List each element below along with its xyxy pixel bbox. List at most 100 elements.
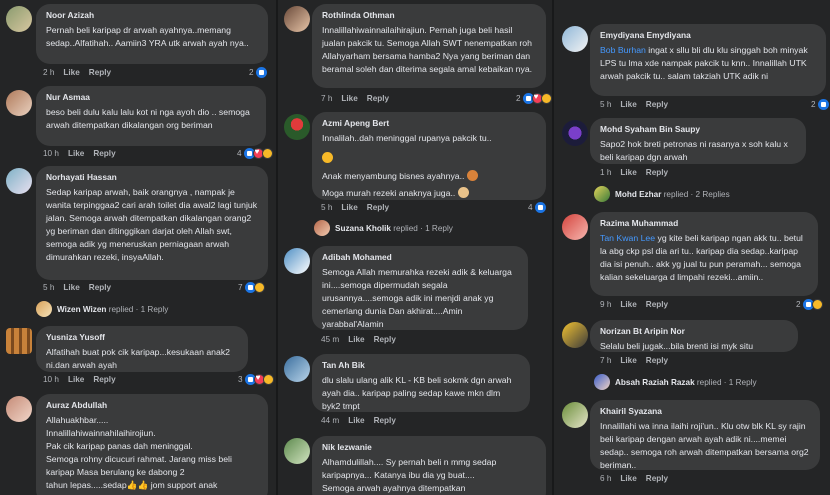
reaction-summary[interactable]: 2 xyxy=(811,99,829,110)
like-button[interactable]: Like xyxy=(348,416,364,425)
like-button[interactable]: Like xyxy=(63,68,79,77)
reaction-summary[interactable]: 2 xyxy=(796,299,823,310)
reaction-count: 2 xyxy=(249,68,254,77)
comment-bubble: Mohd Syaham Bin Saupy Sapo2 hok breti pe… xyxy=(590,118,806,164)
reply-button[interactable]: Reply xyxy=(93,375,115,384)
avatar[interactable] xyxy=(6,90,32,116)
view-replies-link[interactable]: Suzana Kholik replied · 1 Reply xyxy=(314,220,453,236)
avatar[interactable] xyxy=(284,438,310,464)
comment-time[interactable]: 6 h xyxy=(600,474,611,483)
comment-time[interactable]: 10 h xyxy=(43,375,59,384)
commenter-name[interactable]: Rothlinda Othman xyxy=(322,10,536,20)
replier-name: Absah Raziah Razak xyxy=(615,377,695,387)
mention-link[interactable]: Bob Burhan xyxy=(600,45,646,55)
comment-text: Alhamdulillah.... Sy pernah beli n mmg s… xyxy=(322,457,497,493)
like-button[interactable]: Like xyxy=(341,94,357,103)
avatar[interactable] xyxy=(6,168,32,194)
commenter-name[interactable]: Azmi Apeng Bert xyxy=(322,118,536,128)
like-button[interactable]: Like xyxy=(620,168,636,177)
commenter-name[interactable]: Nur Asmaa xyxy=(46,92,256,102)
avatar[interactable] xyxy=(284,6,310,32)
reply-button[interactable]: Reply xyxy=(367,94,389,103)
comment-text: Pernah beli karipap dr arwah ayahnya..me… xyxy=(46,25,249,48)
commenter-name[interactable]: Emydiyana Emydiyana xyxy=(600,30,816,40)
reaction-summary[interactable]: 2 xyxy=(516,92,552,104)
comment-bubble: Rothlinda Othman Innalillahiwainnailaihi… xyxy=(312,4,546,88)
comment-bubble: Adibah Mohamed Semoga Allah memurahka re… xyxy=(312,246,528,330)
view-replies-link[interactable]: Absah Raziah Razak replied · 1 Reply xyxy=(594,374,757,390)
comment-actions: 5 h Like Reply xyxy=(43,283,120,292)
comment-text: Sedap karipap arwah, baik orangnya , nam… xyxy=(46,187,258,262)
like-button[interactable]: Like xyxy=(620,100,636,109)
comment-text: Bob Burhan ingat x sllu bli dlu klu sing… xyxy=(600,45,808,81)
like-button[interactable]: Like xyxy=(341,203,357,212)
commenter-name[interactable]: Adibah Mohamed xyxy=(322,252,518,262)
avatar[interactable] xyxy=(6,396,32,422)
reply-button[interactable]: Reply xyxy=(646,474,668,483)
avatar[interactable] xyxy=(562,120,588,146)
comment-time[interactable]: 5 h xyxy=(600,100,611,109)
reaction-summary[interactable]: 4 xyxy=(237,147,273,159)
commenter-name[interactable]: Auraz Abdullah xyxy=(46,400,258,410)
commenter-name[interactable]: Norhayati Hassan xyxy=(46,172,258,182)
reply-button[interactable]: Reply xyxy=(374,416,396,425)
reply-button[interactable]: Reply xyxy=(646,356,668,365)
comment-time[interactable]: 2 h xyxy=(43,68,54,77)
like-button[interactable]: Like xyxy=(620,300,636,309)
reaction-summary[interactable]: 7 xyxy=(238,282,265,293)
reaction-count: 3 xyxy=(238,375,243,384)
reply-button[interactable]: Reply xyxy=(646,300,668,309)
commenter-name[interactable]: Noor Azizah xyxy=(46,10,258,20)
comment-time[interactable]: 10 h xyxy=(43,149,59,158)
avatar[interactable] xyxy=(562,402,588,428)
commenter-name[interactable]: Norizan Bt Aripin Nor xyxy=(600,326,788,336)
commenter-name[interactable]: Yusniza Yusoff xyxy=(46,332,238,342)
reaction-summary[interactable]: 4 xyxy=(528,202,546,213)
mention-link[interactable]: Tan Kwan Lee xyxy=(600,233,655,243)
view-replies-link[interactable]: Mohd Ezhar replied · 2 Replies xyxy=(594,186,730,202)
like-button[interactable]: Like xyxy=(68,149,84,158)
like-button[interactable]: Like xyxy=(63,283,79,292)
avatar[interactable] xyxy=(6,6,32,32)
comment-time[interactable]: 9 h xyxy=(600,300,611,309)
avatar[interactable] xyxy=(6,328,32,354)
commenter-name[interactable]: Razima Muhammad xyxy=(600,218,808,228)
comment-time[interactable]: 5 h xyxy=(43,283,54,292)
commenter-name[interactable]: Tan Ah Bik xyxy=(322,360,520,370)
like-button[interactable]: Like xyxy=(348,335,364,344)
comment-actions: 9 h Like Reply xyxy=(600,300,677,309)
like-button[interactable]: Like xyxy=(620,356,636,365)
comment-actions: 10 h Like Reply xyxy=(43,375,125,384)
avatar[interactable] xyxy=(562,26,588,52)
commenter-name[interactable]: Nik Iezwanie xyxy=(322,442,536,452)
reply-button[interactable]: Reply xyxy=(89,68,111,77)
comment-time[interactable]: 7 h xyxy=(321,94,332,103)
like-button[interactable]: Like xyxy=(620,474,636,483)
view-replies-link[interactable]: Wizen Wizen replied · 1 Reply xyxy=(36,301,168,317)
avatar[interactable] xyxy=(562,322,588,348)
reply-button[interactable]: Reply xyxy=(367,203,389,212)
reaction-summary[interactable]: 3 xyxy=(238,373,274,385)
like-button[interactable]: Like xyxy=(68,375,84,384)
reply-button[interactable]: Reply xyxy=(646,100,668,109)
reply-button[interactable]: Reply xyxy=(89,283,111,292)
comment-actions: 7 h Like Reply xyxy=(321,94,398,103)
comment-time[interactable]: 1 h xyxy=(600,168,611,177)
avatar[interactable] xyxy=(284,356,310,382)
reply-button[interactable]: Reply xyxy=(646,168,668,177)
comment-time[interactable]: 45 m xyxy=(321,335,339,344)
comment-time[interactable]: 5 h xyxy=(321,203,332,212)
commenter-name[interactable]: Khairil Syazana xyxy=(600,406,810,416)
comment-actions: 5 h Like Reply xyxy=(321,203,398,212)
comment-time[interactable]: 7 h xyxy=(600,356,611,365)
care-reaction-icon xyxy=(540,93,552,104)
reaction-summary[interactable]: 2 xyxy=(249,67,267,78)
comment-time[interactable]: 44 m xyxy=(321,416,339,425)
commenter-name[interactable]: Mohd Syaham Bin Saupy xyxy=(600,124,796,134)
reply-button[interactable]: Reply xyxy=(93,149,115,158)
avatar[interactable] xyxy=(284,114,310,140)
reply-button[interactable]: Reply xyxy=(374,335,396,344)
reaction-count: 7 xyxy=(238,283,243,292)
avatar[interactable] xyxy=(562,214,588,240)
avatar[interactable] xyxy=(284,248,310,274)
